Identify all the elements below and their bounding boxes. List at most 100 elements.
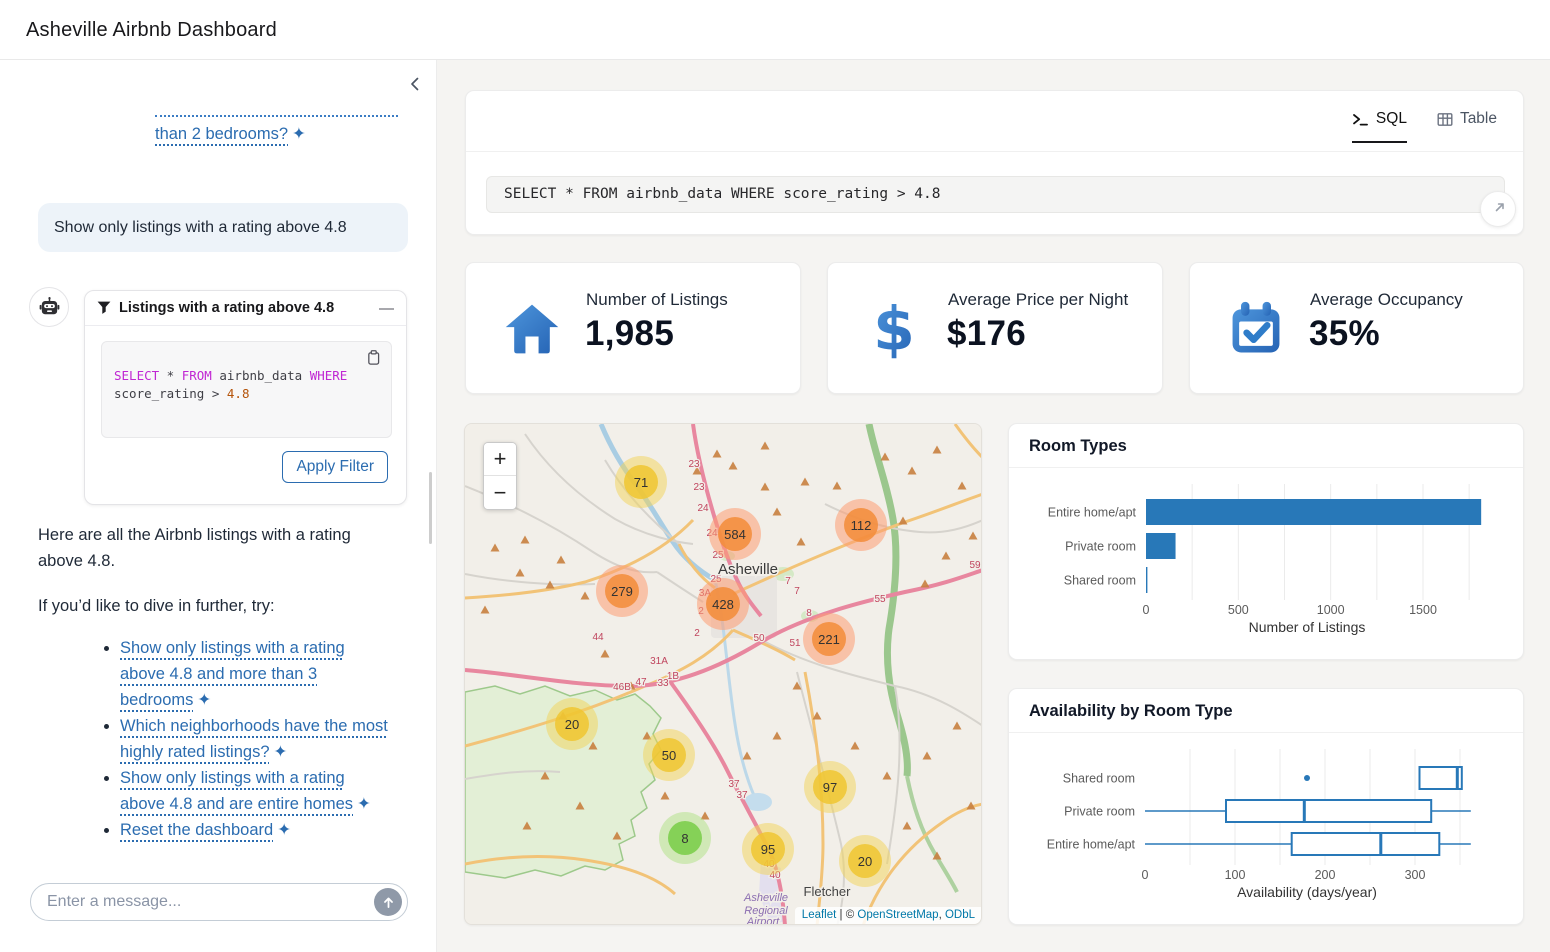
bar bbox=[1146, 567, 1147, 593]
cluster-marker[interactable]: 584 bbox=[709, 508, 761, 560]
cluster-marker[interactable]: 97 bbox=[804, 761, 856, 813]
road-number-label: 2 bbox=[694, 628, 700, 639]
bar-category-label: Entire home/apt bbox=[1048, 506, 1137, 520]
cluster-marker[interactable]: 71 bbox=[615, 456, 667, 508]
bar bbox=[1146, 499, 1481, 525]
map-tiles: 2323242425253A221B4746B31A33445051778555… bbox=[465, 424, 982, 925]
cluster-marker[interactable]: 221 bbox=[803, 613, 855, 665]
road-number-label: 55 bbox=[874, 594, 886, 605]
road-number-label: 37 bbox=[728, 779, 740, 790]
sql-query-display[interactable]: SELECT * FROM airbnb_data WHERE score_ra… bbox=[486, 176, 1505, 213]
cluster-marker[interactable]: 20 bbox=[546, 698, 598, 750]
sparkle-icon: ✦ bbox=[277, 817, 291, 843]
bar-category-label: Private room bbox=[1065, 540, 1136, 554]
x-tick-label: 1000 bbox=[1317, 603, 1345, 617]
cluster-marker[interactable]: 112 bbox=[835, 499, 887, 551]
suggestion-item: Which neighborhoods have the most highly… bbox=[120, 713, 392, 765]
suggestion-link[interactable]: Show only listings with a rating above 4… bbox=[120, 769, 353, 813]
room-types-bar-chart: Entire home/apt Private room Shared room 0 5… bbox=[1009, 468, 1523, 660]
user-message-bubble: Show only listings with a rating above 4… bbox=[38, 203, 408, 252]
x-tick-label: 300 bbox=[1405, 868, 1426, 882]
cluster-marker[interactable]: 8 bbox=[659, 812, 711, 864]
road-number-label: 46B bbox=[613, 682, 631, 693]
sidebar-scrollbar-thumb[interactable] bbox=[429, 472, 432, 544]
map-zoom-control: + − bbox=[483, 442, 517, 510]
sparkle-icon: ✦ bbox=[292, 124, 306, 144]
arrow-up-icon bbox=[382, 896, 395, 909]
chart-title: Availability by Room Type bbox=[1009, 689, 1523, 732]
app-root: Asheville Airbnb Dashboard than 2 bedroo… bbox=[0, 0, 1550, 952]
cluster-marker[interactable]: 20 bbox=[839, 835, 891, 887]
road-number-label: 8 bbox=[806, 608, 812, 619]
suggestion-item: Reset the dashboard✦ bbox=[120, 817, 392, 843]
apply-filter-button[interactable]: Apply Filter bbox=[282, 451, 388, 483]
filter-card-minimize-button[interactable]: — bbox=[379, 301, 394, 316]
suggestion-item: Show only listings with a rating above 4… bbox=[120, 635, 392, 713]
road-number-label: 31A bbox=[650, 656, 668, 667]
attribution-link[interactable]: ODbL bbox=[945, 909, 975, 921]
x-tick-label: 100 bbox=[1225, 868, 1246, 882]
road-number-label: 7 bbox=[794, 586, 800, 597]
x-tick-label: 0 bbox=[1142, 868, 1149, 882]
x-axis-label: Number of Listings bbox=[1249, 619, 1366, 635]
kpi-value: $176 bbox=[947, 314, 1026, 354]
zoom-out-button[interactable]: − bbox=[484, 476, 516, 509]
map-attribution: Leaflet | © OpenStreetMap, ODbL bbox=[795, 907, 981, 924]
kpi-label: Average Occupancy bbox=[1310, 290, 1463, 310]
cluster-marker[interactable]: 428 bbox=[697, 578, 749, 630]
road-number-label: 23 bbox=[693, 482, 705, 493]
filter-card-title: Listings with a rating above 4.8 bbox=[119, 300, 334, 316]
sidebar-collapse-button[interactable] bbox=[404, 74, 426, 96]
truncated-line-decoration bbox=[155, 115, 398, 117]
road-number-label: 24 bbox=[697, 503, 709, 514]
suggestion-link-truncated[interactable]: than 2 bedrooms? bbox=[155, 125, 288, 143]
suggestion-link[interactable]: Which neighborhoods have the most highly… bbox=[120, 717, 388, 761]
road-number-label: 1B bbox=[667, 671, 680, 682]
x-tick-label: 500 bbox=[1228, 603, 1249, 617]
x-tick-label: 0 bbox=[1143, 603, 1150, 617]
bar bbox=[1146, 533, 1176, 559]
listings-map[interactable]: 2323242425253A221B4746B31A33445051778555… bbox=[464, 423, 982, 925]
assistant-message-1: Here are all the Airbnb listings with a … bbox=[38, 522, 400, 574]
box-category-label: Shared room bbox=[1063, 772, 1135, 786]
road-number-label: 33 bbox=[657, 678, 669, 689]
outlier-point bbox=[1304, 775, 1310, 781]
x-tick-label: 200 bbox=[1315, 868, 1336, 882]
svg-text:$: $ bbox=[873, 299, 915, 359]
send-button[interactable] bbox=[374, 888, 402, 916]
suggestion-link[interactable]: Reset the dashboard bbox=[120, 821, 273, 839]
suggestion-link[interactable]: Show only listings with a rating above 4… bbox=[120, 639, 345, 709]
filter-sql-text: SELECT * FROM airbnb_data WHERE score_ra… bbox=[114, 368, 347, 401]
assistant-message-2: If you’d like to dive in further, try: bbox=[38, 593, 400, 619]
sparkle-icon: ✦ bbox=[357, 791, 371, 817]
expand-icon[interactable] bbox=[1480, 191, 1516, 227]
zoom-in-button[interactable]: + bbox=[484, 443, 516, 476]
bar-category-label: Shared room bbox=[1064, 574, 1136, 588]
dollar-icon: $ bbox=[864, 299, 924, 359]
tab-table[interactable]: Table bbox=[1437, 110, 1497, 143]
attribution-link[interactable]: Leaflet bbox=[802, 909, 837, 921]
chat-input-container bbox=[30, 883, 408, 921]
assistant-avatar bbox=[29, 287, 69, 327]
kpi-card-price: $ Average Price per Night $176 bbox=[827, 262, 1163, 394]
user-message-text: Show only listings with a rating above 4… bbox=[54, 219, 347, 237]
tab-sql[interactable]: SQL bbox=[1352, 110, 1407, 143]
kpi-value: 1,985 bbox=[585, 314, 674, 354]
chart-title: Room Types bbox=[1009, 424, 1523, 467]
calendar-check-icon bbox=[1226, 299, 1286, 359]
box bbox=[1226, 800, 1431, 822]
chat-message-input[interactable] bbox=[47, 893, 374, 911]
copy-icon[interactable] bbox=[365, 349, 382, 369]
x-tick-label: 1500 bbox=[1409, 603, 1437, 617]
place-label: Asheville bbox=[743, 892, 788, 904]
cluster-marker[interactable]: 95 bbox=[742, 823, 794, 875]
road-number-label: 37 bbox=[736, 790, 748, 801]
attribution-link[interactable]: OpenStreetMap bbox=[857, 909, 938, 921]
sparkle-icon: ✦ bbox=[274, 739, 288, 765]
house-icon bbox=[502, 299, 562, 359]
cluster-marker[interactable]: 50 bbox=[643, 729, 695, 781]
query-panel: SQL Table SELECT * FROM airbnb_data WHER… bbox=[465, 90, 1524, 235]
cluster-marker[interactable]: 279 bbox=[596, 565, 648, 617]
kpi-card-occupancy: Average Occupancy 35% bbox=[1189, 262, 1524, 394]
query-panel-tabs: SQL Table bbox=[1352, 110, 1497, 143]
